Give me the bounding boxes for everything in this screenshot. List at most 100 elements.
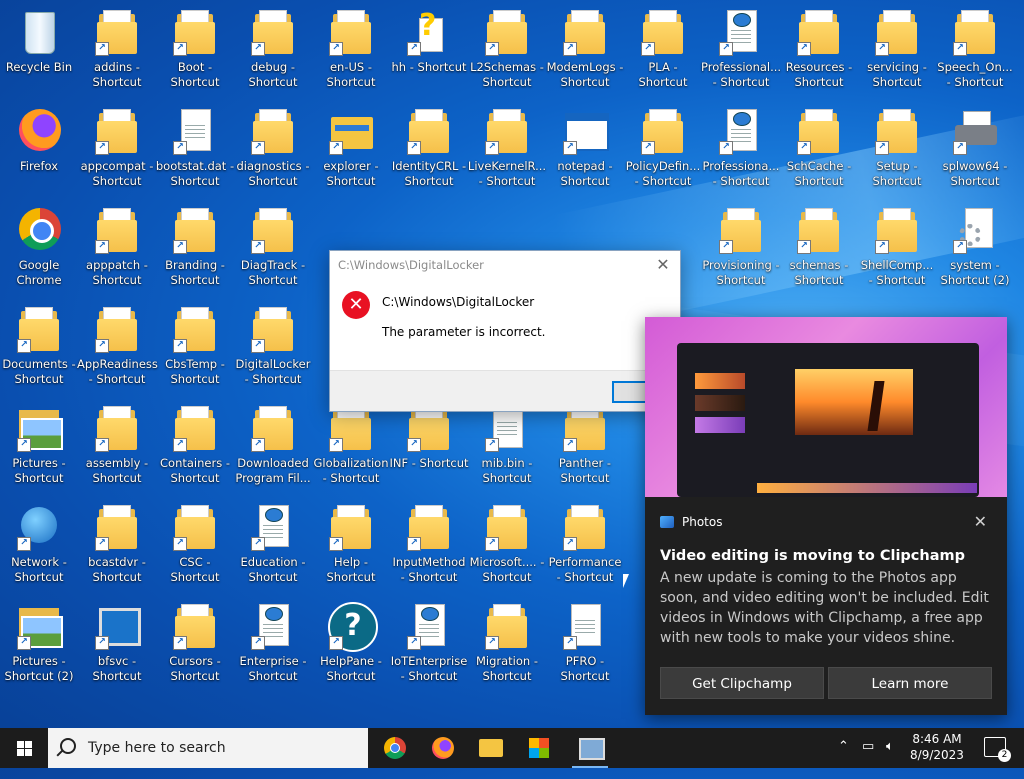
toast-close-icon[interactable]: ✕ [974, 512, 987, 531]
desktop-icon[interactable]: ↗ DiagTrack - Shortcut [234, 198, 312, 290]
desktop-icon[interactable]: ↗ Microsoft.... - Shortcut [468, 495, 546, 587]
desktop-icon[interactable]: ↗ Pictures - Shortcut [0, 396, 78, 488]
desktop-icon[interactable]: ↗ Branding - Shortcut [156, 198, 234, 290]
desktop-icon[interactable]: Firefox [0, 99, 78, 191]
desktop-icon[interactable]: ↗ AppReadiness - Shortcut [77, 297, 158, 389]
desktop-icon[interactable]: ↗ Professiona... - Shortcut [702, 99, 780, 191]
desktop-icon[interactable]: ↗ Downloaded Program Fil... [234, 396, 312, 488]
taskbar-store[interactable] [515, 728, 563, 768]
clipchamp-hero-image [645, 317, 1007, 497]
desktop-icon[interactable]: ↗ Enterprise - Shortcut [234, 594, 312, 686]
desktop-icon-label: debug - Shortcut [248, 60, 298, 89]
desktop-icon[interactable]: ↗ diagnostics - Shortcut [234, 99, 312, 191]
desktop-icon-label: Resources - Shortcut [785, 60, 853, 89]
chevron-up-icon[interactable]: ⌃ [838, 739, 849, 779]
desktop-icon[interactable]: ? ↗ hh - Shortcut [390, 0, 468, 92]
desktop-icon[interactable]: ↗ servicing - Shortcut [858, 0, 936, 92]
desktop-icon[interactable]: ↗ L2Schemas - Shortcut [468, 0, 546, 92]
desktop-icon[interactable]: ↗ PolicyDefin... - Shortcut [624, 99, 702, 191]
desktop-icon-label: Professiona... - Shortcut [702, 159, 780, 188]
desktop-icon-label: explorer - Shortcut [323, 159, 379, 188]
desktop-icon[interactable]: ? ↗ HelpPane - Shortcut [312, 594, 390, 686]
desktop-icon[interactable]: ↗ PLA - Shortcut [624, 0, 702, 92]
taskbar-firefox[interactable] [419, 728, 467, 768]
shortcut-arrow-icon: ↗ [485, 141, 499, 155]
desktop-icon[interactable]: ↗ LiveKernelR... - Shortcut [468, 99, 546, 191]
system-clock[interactable]: 8:46 AM 8/9/2023 [905, 731, 969, 763]
desktop-icon[interactable]: ↗ CSC - Shortcut [156, 495, 234, 587]
desktop-icon[interactable]: ↗ system - Shortcut (2) [936, 198, 1014, 290]
volume-icon[interactable]: 🔈︎ [886, 739, 894, 779]
desktop-icon[interactable]: ↗ Pictures - Shortcut (2) [0, 594, 78, 686]
desktop-icon[interactable]: ↗ CbsTemp - Shortcut [156, 297, 234, 389]
desktop-icon[interactable]: ↗ InputMethod - Shortcut [390, 495, 468, 587]
desktop-icon[interactable]: ↗ Cursors - Shortcut [156, 594, 234, 686]
desktop-icon[interactable]: ↗ ShellComp... - Shortcut [858, 198, 936, 290]
desktop-icon[interactable]: ↗ Setup - Shortcut [858, 99, 936, 191]
desktop-icon[interactable]: ↗ IoTEnterprise - Shortcut [390, 594, 468, 686]
desktop-icon[interactable]: ↗ Containers - Shortcut [156, 396, 234, 488]
shortcut-arrow-icon: ↗ [95, 339, 109, 353]
desktop-icon[interactable]: ↗ appcompat - Shortcut [78, 99, 156, 191]
desktop-icon[interactable]: ↗ Resources - Shortcut [780, 0, 858, 92]
media-thumbnail [695, 373, 745, 389]
shortcut-arrow-icon: ↗ [797, 240, 811, 254]
folder-icon: ↗ [405, 107, 453, 155]
folder-icon: ↗ [93, 305, 141, 353]
settings-file-icon: ↗ [951, 206, 999, 254]
desktop-icon[interactable]: ↗ addins - Shortcut [78, 0, 156, 92]
shortcut-arrow-icon: ↗ [173, 438, 187, 452]
toast-body: A new update is coming to the Photos app… [660, 570, 989, 646]
folder-icon: ↗ [249, 206, 297, 254]
desktop-icon[interactable]: ↗ Speech_On... - Shortcut [936, 0, 1014, 92]
desktop-icon[interactable]: ↗ debug - Shortcut [234, 0, 312, 92]
taskbar-control-panel[interactable] [566, 728, 614, 768]
desktop-icon[interactable]: ↗ Migration - Shortcut [468, 594, 546, 686]
app-window-icon: ↗ [93, 602, 141, 650]
desktop-icon[interactable]: ↗ ModemLogs - Shortcut [546, 0, 624, 92]
desktop-icon[interactable]: ↗ SchCache - Shortcut [780, 99, 858, 191]
media-thumbnail [695, 417, 745, 433]
desktop-icon[interactable]: ↗ IdentityCRL - Shortcut [390, 99, 468, 191]
desktop-icon[interactable]: Recycle Bin [0, 0, 78, 92]
shortcut-arrow-icon: ↗ [563, 537, 577, 551]
taskbar-search-box[interactable]: Type here to search [48, 728, 368, 768]
desktop-icon[interactable]: ↗ DigitalLocker - Shortcut [234, 297, 312, 389]
desktop-icon[interactable]: ↗ apppatch - Shortcut [78, 198, 156, 290]
get-clipchamp-button[interactable]: Get Clipchamp [660, 667, 824, 699]
desktop-icon[interactable]: ↗ bfsvc - Shortcut [78, 594, 156, 686]
desktop-icon[interactable]: ↗ Documents - Shortcut [0, 297, 78, 389]
desktop-icon-label: AppReadiness - Shortcut [77, 357, 158, 386]
firefox-icon [15, 107, 63, 155]
dialog-close-icon[interactable]: ✕ [654, 255, 672, 274]
desktop-icon[interactable]: ↗ Provisioning - Shortcut [702, 198, 780, 290]
desktop-icon[interactable]: Google Chrome [0, 198, 78, 290]
learn-more-button[interactable]: Learn more [828, 667, 992, 699]
desktop-icon[interactable]: ↗ Performance - Shortcut [546, 495, 624, 587]
desktop-icon[interactable]: ↗ schemas - Shortcut [780, 198, 858, 290]
desktop-icon[interactable]: ↗ assembly - Shortcut [78, 396, 156, 488]
desktop-icon[interactable]: ↗ Boot - Shortcut [156, 0, 234, 92]
shortcut-arrow-icon: ↗ [17, 339, 31, 353]
taskbar-file-explorer[interactable] [467, 728, 515, 768]
desktop-icon[interactable]: ↗ notepad - Shortcut [546, 99, 624, 191]
network-icon[interactable]: ▭ [862, 739, 874, 779]
desktop-icon[interactable]: ↗ Education - Shortcut [234, 495, 312, 587]
desktop-icon[interactable]: ↗ Professional... - Shortcut [701, 0, 781, 92]
taskbar-chrome[interactable] [371, 728, 419, 768]
folder-icon: ↗ [951, 8, 999, 56]
desktop-icon[interactable]: ↗ Help - Shortcut [312, 495, 390, 587]
start-button[interactable] [0, 728, 48, 768]
desktop-icon[interactable]: ↗ splwow64 - Shortcut [936, 99, 1014, 191]
desktop-icon[interactable]: ↗ bootstat.dat - Shortcut [156, 99, 234, 191]
desktop-icon-label: bootstat.dat - Shortcut [155, 159, 235, 188]
notification-center-icon[interactable]: 2 [984, 737, 1011, 762]
web-document-icon: ↗ [717, 107, 765, 155]
desktop-icon[interactable]: ↗ en-US - Shortcut [312, 0, 390, 92]
folder-icon: ↗ [717, 206, 765, 254]
desktop-icon-label: Cursors - Shortcut [169, 654, 221, 683]
desktop-icon[interactable]: ↗ explorer - Shortcut [312, 99, 390, 191]
desktop-icon[interactable]: ↗ Network - Shortcut [0, 495, 78, 587]
desktop-icon[interactable]: ↗ bcastdvr - Shortcut [78, 495, 156, 587]
desktop-icon[interactable]: ↗ PFRO - Shortcut [546, 594, 624, 686]
